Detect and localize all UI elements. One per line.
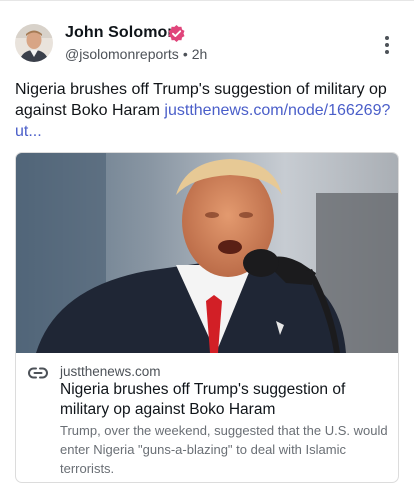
card-meta: justthenews.com Nigeria brushes off Trum… (16, 353, 398, 482)
author-handle[interactable]: @jsolomonreports (65, 46, 179, 62)
author-meta: @jsolomonreports • 2h (65, 46, 207, 62)
post-text: Nigeria brushes off Trump's suggestion o… (15, 79, 399, 142)
meta-separator: • (182, 46, 188, 62)
link-icon (28, 367, 48, 379)
top-divider (0, 0, 414, 1)
link-preview-card[interactable]: justthenews.com Nigeria brushes off Trum… (15, 152, 399, 483)
more-vertical-icon[interactable] (379, 34, 395, 56)
author-name[interactable]: John Solomon (65, 24, 177, 42)
post-header: John Solomon @jsolomonreports • 2h (15, 22, 399, 66)
post-time[interactable]: 2h (192, 46, 208, 62)
preview-image (16, 153, 398, 353)
avatar[interactable] (15, 24, 53, 62)
card-description: Trump, over the weekend, suggested that … (60, 423, 388, 476)
verified-badge-icon (168, 24, 185, 43)
card-title[interactable]: Nigeria brushes off Trump's suggestion o… (60, 380, 390, 420)
card-domain: justthenews.com (60, 364, 161, 379)
